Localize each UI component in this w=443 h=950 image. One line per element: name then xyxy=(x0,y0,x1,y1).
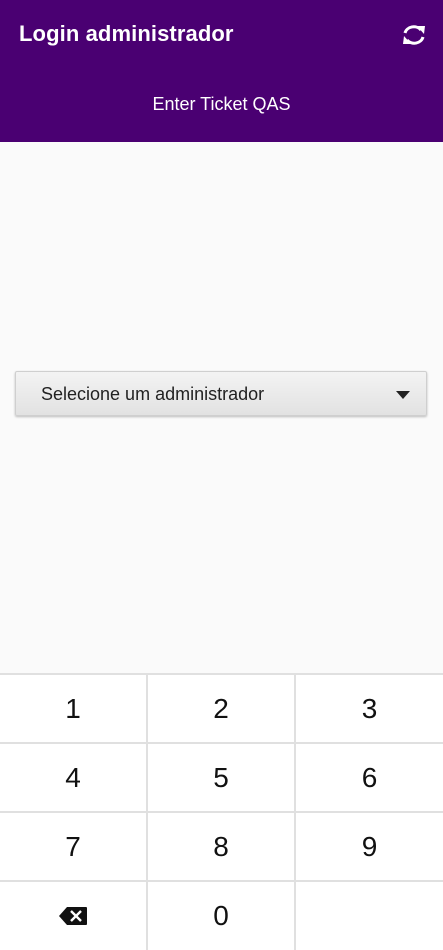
app-bar: Login administrador Enter Ticket QAS xyxy=(0,0,443,142)
numeric-keypad: 1 2 3 4 5 6 7 8 9 0 xyxy=(0,673,443,950)
dropdown-arrow-icon xyxy=(396,391,410,399)
key-6[interactable]: 6 xyxy=(296,744,443,811)
key-8[interactable]: 8 xyxy=(148,813,294,880)
backspace-icon xyxy=(59,907,87,925)
refresh-button[interactable] xyxy=(399,20,429,50)
key-9[interactable]: 9 xyxy=(296,813,443,880)
app-title: Login administrador xyxy=(19,21,234,46)
refresh-icon xyxy=(403,25,425,45)
keypad-empty-cell xyxy=(296,882,443,950)
key-7[interactable]: 7 xyxy=(0,813,146,880)
login-screen: Login administrador Enter Ticket QAS Sel… xyxy=(0,0,443,950)
administrator-select-value: Selecione um administrador xyxy=(41,384,265,404)
key-2[interactable]: 2 xyxy=(148,675,294,742)
administrator-select[interactable]: Selecione um administrador xyxy=(15,371,427,416)
key-4[interactable]: 4 xyxy=(0,744,146,811)
key-5[interactable]: 5 xyxy=(148,744,294,811)
backspace-key[interactable] xyxy=(0,882,146,950)
environment-subtitle: Enter Ticket QAS xyxy=(152,94,291,114)
key-1[interactable]: 1 xyxy=(0,675,146,742)
key-0[interactable]: 0 xyxy=(148,882,294,950)
key-3[interactable]: 3 xyxy=(296,675,443,742)
